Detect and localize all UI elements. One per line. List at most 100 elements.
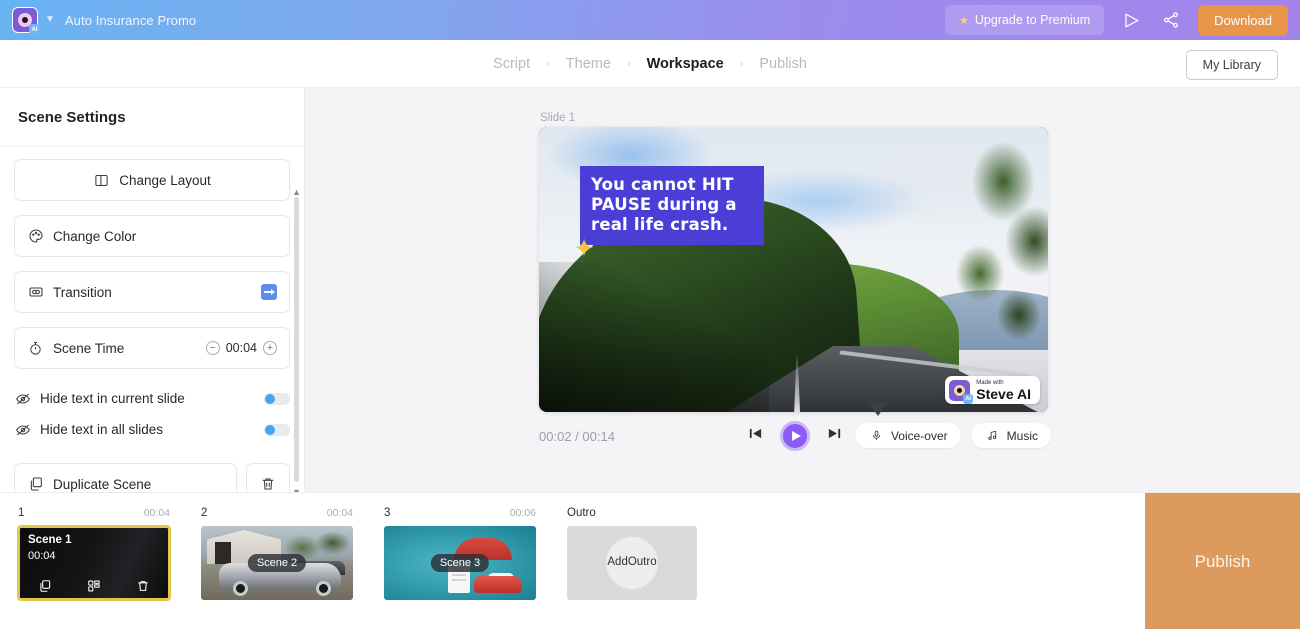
scene-number: 2 xyxy=(201,507,208,519)
video-preview[interactable]: You cannot HIT PAUSE during a real life … xyxy=(539,127,1048,412)
steve-ai-logo-icon[interactable]: AI xyxy=(12,7,40,35)
duplicate-icon[interactable] xyxy=(36,577,53,594)
list-item: 2 00:04 Scene 2 xyxy=(201,507,353,600)
trash-icon[interactable] xyxy=(135,577,152,594)
scene-time-row[interactable]: Scene Time − 00:04 + xyxy=(14,327,290,369)
duplicate-scene-label: Duplicate Scene xyxy=(53,476,152,492)
transition-label: Transition xyxy=(53,284,112,300)
roadside-trees xyxy=(928,131,1048,361)
sparkle-icon: ✦ xyxy=(573,233,595,263)
breadcrumb-separator: › xyxy=(546,57,550,70)
play-icon xyxy=(791,431,801,441)
share-icon[interactable] xyxy=(1158,7,1184,33)
music-button[interactable]: Music xyxy=(970,423,1051,448)
hide-text-current-slide-row[interactable]: Hide text in current slide xyxy=(14,383,290,414)
scene-2-chip: Scene 2 xyxy=(247,554,307,572)
watermark: AI Made with Steve AI xyxy=(945,376,1040,404)
chevron-down-icon[interactable]: ▼ xyxy=(45,15,55,25)
scene-time-decrease-button[interactable]: − xyxy=(205,341,220,355)
transition-icon xyxy=(27,284,44,301)
playback-time: 00:02 / 00:14 xyxy=(539,429,615,444)
current-time: 00:02 xyxy=(539,429,572,444)
caption-line-2: PAUSE during a xyxy=(591,195,737,215)
add-outro-line-1: Add xyxy=(607,556,628,569)
panel-title: Scene Settings xyxy=(0,88,304,147)
caption-line-1: You cannot HIT xyxy=(591,175,734,194)
project-title: Auto Insurance Promo xyxy=(64,12,197,28)
audio-controls: Voice-over Music xyxy=(854,423,1051,448)
top-bar-actions: ★ Upgrade to Premium Download xyxy=(944,4,1288,36)
layout-grid-icon[interactable] xyxy=(85,577,102,594)
publish-label: Publish xyxy=(1194,551,1251,571)
breadcrumb-step-publish[interactable]: Publish xyxy=(759,56,807,72)
scene-header: 2 00:04 xyxy=(201,507,353,521)
music-label: Music xyxy=(1006,428,1038,443)
watermark-brand: Steve AI xyxy=(976,385,1031,402)
skip-back-icon[interactable] xyxy=(747,425,764,447)
scene-thumbnail-3[interactable]: Scene 3 xyxy=(384,526,536,600)
skip-forward-icon[interactable] xyxy=(826,425,843,447)
scene-settings-panel: Scene Settings Change Layout Change Colo… xyxy=(0,88,305,505)
publish-panel-button[interactable]: Publish xyxy=(1145,493,1300,629)
scene-list: 1 00:04 Scene 1 00:04 2 00:04 Scene 2 3 … xyxy=(18,507,697,600)
trash-icon xyxy=(260,476,277,493)
total-time: 00:14 xyxy=(582,429,615,444)
scene-duration: 00:04 xyxy=(326,507,353,519)
change-layout-label: Change Layout xyxy=(119,172,211,188)
scene-time-increase-button[interactable]: + xyxy=(263,341,277,355)
scene-time-value: 00:04 xyxy=(225,341,257,355)
panel-scroll-up-arrow[interactable]: ▲ xyxy=(292,187,301,197)
stopwatch-icon xyxy=(27,340,44,357)
vignette xyxy=(539,262,769,412)
playback-bar: 00:02 / 00:14 Voice-over Music xyxy=(539,421,1051,455)
caption-text-block[interactable]: You cannot HIT PAUSE during a real life … xyxy=(580,166,764,246)
download-button[interactable]: Download xyxy=(1198,4,1288,36)
hide-text-current-slide-label: Hide text in current slide xyxy=(40,391,185,406)
watermark-logo-icon: AI xyxy=(949,379,974,404)
breadcrumb-step-script[interactable]: Script xyxy=(493,56,530,72)
eye-off-icon xyxy=(14,421,31,438)
mouse-cursor-pointer xyxy=(869,403,887,416)
breadcrumb-separator: › xyxy=(626,57,631,70)
watermark-made-with: Made with xyxy=(976,379,1004,386)
change-color-button[interactable]: Change Color xyxy=(14,215,290,257)
breadcrumb-step-theme[interactable]: Theme xyxy=(566,56,611,72)
garage-door-shape xyxy=(215,542,231,564)
change-color-label: Change Color xyxy=(53,228,137,244)
play-button[interactable] xyxy=(780,421,810,451)
breadcrumb-step-workspace[interactable]: Workspace xyxy=(647,56,724,72)
time-separator: / xyxy=(575,429,579,444)
add-outro-button[interactable]: Add Outro xyxy=(567,526,697,600)
outro-header: Outro xyxy=(567,507,596,519)
list-item: 1 00:04 Scene 1 00:04 xyxy=(18,507,170,600)
hide-text-all-slides-toggle[interactable] xyxy=(264,423,290,436)
outro-slot: Outro Add Outro xyxy=(567,507,697,600)
voice-over-label: Voice-over xyxy=(890,428,948,443)
change-layout-button[interactable]: Change Layout xyxy=(14,159,290,201)
panel-scroll-area: Change Layout Change Color Transition Sc… xyxy=(0,147,304,505)
list-item: 3 00:06 Scene 3 xyxy=(384,507,536,600)
scene-duration: 00:04 xyxy=(143,507,170,519)
upgrade-to-premium-button[interactable]: ★ Upgrade to Premium xyxy=(944,5,1105,35)
scene-thumbnail-1[interactable]: Scene 1 00:04 xyxy=(18,526,170,600)
hide-text-all-slides-row[interactable]: Hide text in all slides xyxy=(14,414,290,445)
microphone-icon xyxy=(868,427,885,444)
panel-scrollbar[interactable] xyxy=(294,197,299,482)
hide-text-current-slide-toggle[interactable] xyxy=(264,392,290,405)
scene-thumbnail-2[interactable]: Scene 2 xyxy=(201,526,353,600)
scene-duration: 00:06 xyxy=(509,507,536,519)
logo-dot xyxy=(22,17,28,23)
play-outline-icon[interactable] xyxy=(1118,7,1144,33)
car-wheel-front xyxy=(233,581,248,596)
scene-thumbnail-tools xyxy=(20,577,168,594)
app-root: AI ▼ Auto Insurance Promo ★ Upgrade to P… xyxy=(0,0,1300,629)
my-library-button[interactable]: My Library xyxy=(1185,50,1278,80)
palette-icon xyxy=(27,228,44,245)
add-outro-line-2: Outro xyxy=(627,556,657,569)
watermark-text: Made with Steve AI xyxy=(976,380,1031,401)
transition-button[interactable]: Transition xyxy=(14,271,290,313)
slide-right-arrow-icon[interactable] xyxy=(261,284,277,300)
copy-icon xyxy=(27,476,44,493)
timeline-bar: 1 00:04 Scene 1 00:04 2 00:04 Scene 2 3 … xyxy=(0,492,1300,629)
voice-over-button[interactable]: Voice-over xyxy=(854,423,961,448)
